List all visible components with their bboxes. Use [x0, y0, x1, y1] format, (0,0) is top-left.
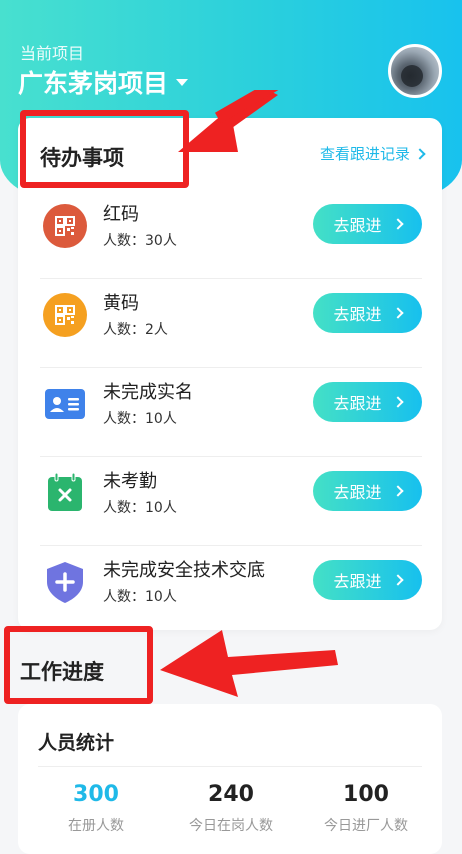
todo-item-real-name: 未完成实名 人数：10人 去跟进 — [40, 368, 422, 457]
stat-on-duty[interactable]: 240 今日在岗人数 — [161, 782, 301, 835]
stat-value: 240 — [208, 782, 254, 807]
project-selector[interactable]: 广东茅岗项目 — [18, 64, 189, 100]
chevron-right-icon — [391, 218, 404, 230]
follow-up-button[interactable]: 去跟进 — [313, 293, 422, 333]
todo-card: 待办事项 查看跟进记录 红码 人数：30人 去跟进 黄码 人数：2人 去跟进 未… — [18, 118, 442, 630]
todo-item-yellow-code: 黄码 人数：2人 去跟进 — [40, 279, 422, 368]
chevron-right-icon — [391, 485, 404, 497]
follow-up-label: 去跟进 — [333, 216, 382, 235]
qr-code-icon — [43, 204, 87, 248]
item-count: 人数：2人 — [103, 322, 168, 338]
annotation-arrow-icon — [178, 90, 282, 152]
chevron-right-icon — [414, 147, 426, 160]
qr-code-icon — [43, 293, 87, 337]
todo-item-safety-briefing: 未完成安全技术交底 人数：10人 去跟进 — [40, 546, 422, 635]
avatar[interactable] — [388, 44, 442, 98]
follow-up-label: 去跟进 — [333, 394, 382, 413]
follow-up-label: 去跟进 — [333, 483, 382, 502]
view-history-label: 查看跟进记录 — [319, 145, 410, 163]
follow-up-button[interactable]: 去跟进 — [313, 382, 422, 422]
stat-label: 在册人数 — [68, 818, 124, 834]
todo-item-attendance: 未考勤 人数：10人 去跟进 — [40, 457, 422, 546]
id-card-icon — [45, 389, 85, 419]
stat-value: 100 — [343, 782, 389, 807]
view-history-link[interactable]: 查看跟进记录 — [319, 143, 426, 164]
project-name: 广东茅岗项目 — [18, 69, 169, 98]
annotation-arrow-icon — [160, 630, 338, 697]
item-name: 黄码 — [103, 293, 139, 314]
chevron-right-icon — [391, 396, 404, 408]
chevron-right-icon — [391, 574, 404, 586]
item-name: 红码 — [103, 204, 139, 225]
calendar-x-icon — [48, 472, 82, 511]
todo-item-red-code: 红码 人数：30人 去跟进 — [40, 190, 422, 279]
follow-up-label: 去跟进 — [333, 305, 382, 324]
current-project-label: 当前项目 — [20, 44, 85, 63]
divider — [38, 766, 422, 767]
item-count: 人数：30人 — [103, 233, 177, 249]
item-count: 人数：10人 — [103, 411, 177, 427]
stat-value: 300 — [73, 782, 119, 807]
shield-plus-icon — [47, 562, 83, 603]
stat-entered[interactable]: 100 今日进厂人数 — [296, 782, 436, 835]
follow-up-button[interactable]: 去跟进 — [313, 471, 422, 511]
caret-down-icon — [176, 78, 189, 86]
stat-label: 今日进厂人数 — [324, 818, 408, 834]
follow-up-button[interactable]: 去跟进 — [313, 204, 422, 244]
item-name: 未完成安全技术交底 — [103, 560, 265, 581]
item-count: 人数：10人 — [103, 589, 177, 605]
stat-registered[interactable]: 300 在册人数 — [26, 782, 166, 835]
chevron-right-icon — [391, 307, 404, 319]
item-name: 未完成实名 — [103, 382, 193, 403]
stats-title: 人员统计 — [38, 732, 115, 754]
item-name: 未考勤 — [103, 471, 157, 492]
stat-label: 今日在岗人数 — [189, 818, 273, 834]
follow-up-label: 去跟进 — [333, 572, 382, 591]
annotation-box-progress — [4, 626, 153, 704]
personnel-stats-card: 人员统计 300 在册人数 240 今日在岗人数 100 今日进厂人数 — [18, 704, 442, 854]
follow-up-button[interactable]: 去跟进 — [313, 560, 422, 600]
item-count: 人数：10人 — [103, 500, 177, 516]
annotation-box-todo — [20, 110, 189, 188]
